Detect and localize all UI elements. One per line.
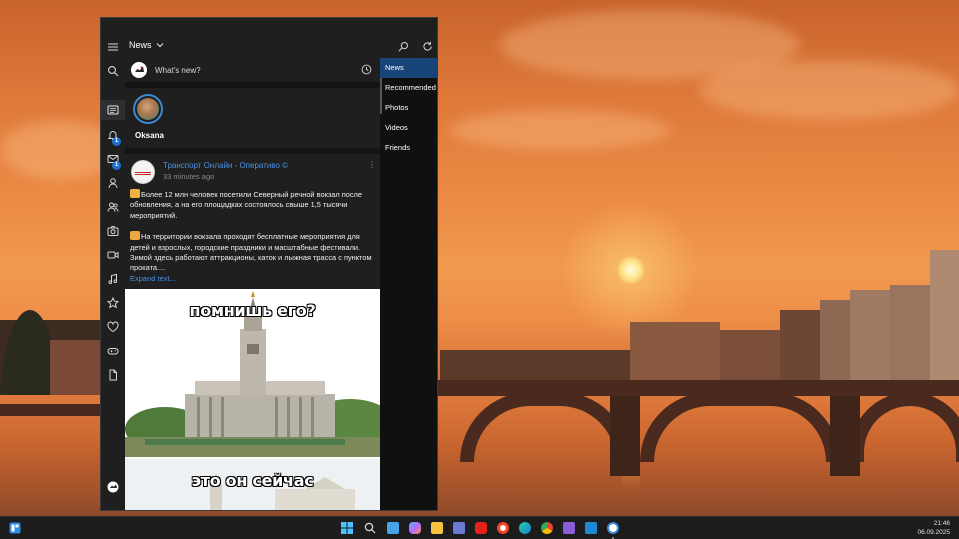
avatar[interactable] — [104, 478, 122, 496]
taskbar-date[interactable]: 06.09.2025 — [916, 529, 950, 536]
friends-icon[interactable] — [104, 198, 122, 216]
nav-item-videos[interactable]: Videos — [380, 118, 437, 138]
meme-panel-then: помнишь его? — [125, 289, 380, 457]
meme-panel-now: это он сейчас — [125, 459, 380, 510]
header-bar: News — [125, 34, 437, 58]
news-feed-icon[interactable] — [101, 100, 125, 120]
copilot-icon[interactable] — [408, 521, 422, 535]
notifications-badge: 1 — [112, 137, 121, 146]
whats-new-composer[interactable]: What's new? — [125, 58, 380, 82]
star-icon[interactable] — [104, 294, 122, 312]
news-feed[interactable]: What's new? Oksana Транспорт Онлайн - Оп… — [125, 58, 380, 510]
feed-filter-nav: News Recommended Photos Videos Friends — [380, 58, 437, 510]
sun — [617, 256, 645, 284]
messages-badge: 1 — [112, 161, 121, 170]
chevron-down-icon — [156, 43, 163, 48]
expand-text-link[interactable]: Expand text... — [130, 274, 176, 283]
drag-handle[interactable] — [101, 18, 437, 34]
stories-bar: Oksana — [125, 88, 380, 148]
widgets-icon[interactable] — [8, 521, 22, 535]
taskbar-time[interactable]: 21:46 — [924, 520, 950, 527]
feed-dropdown-label: News — [129, 40, 152, 50]
whats-new-prompt[interactable]: What's new? — [155, 66, 201, 75]
edge-icon[interactable] — [518, 521, 532, 535]
windows-start-icon[interactable] — [340, 521, 354, 535]
visual-studio-icon[interactable] — [562, 521, 576, 535]
story-name[interactable]: Oksana — [135, 131, 164, 140]
search-icon[interactable] — [104, 62, 122, 80]
clock-icon[interactable] — [361, 64, 372, 75]
vk-client-window: ⤢ ─ ☐ ✕ 1 1 — [100, 17, 438, 511]
save-icon[interactable] — [452, 521, 466, 535]
story-avatar[interactable] — [133, 94, 163, 124]
notepad-icon[interactable] — [386, 521, 400, 535]
nav-item-recommended[interactable]: Recommended — [380, 78, 437, 98]
mail-icon[interactable]: 1 — [104, 150, 122, 170]
search-icon[interactable] — [395, 38, 411, 54]
refresh-icon[interactable] — [419, 38, 435, 54]
post-time: 33 minutes ago — [163, 172, 215, 181]
camera-icon[interactable] — [104, 222, 122, 240]
heart-icon[interactable] — [104, 318, 122, 336]
post-source-name[interactable]: Транспорт Онлайн - Оперативо © — [163, 161, 288, 170]
yandex-icon[interactable] — [496, 521, 510, 535]
search-icon[interactable] — [363, 521, 377, 535]
meme-caption-bottom: это он сейчас — [191, 471, 314, 490]
nav-item-friends[interactable]: Friends — [380, 138, 437, 158]
gamepad-icon[interactable] — [104, 342, 122, 360]
feed-dropdown[interactable]: News — [129, 40, 164, 50]
post-text: Более 12 млн человек посетили Северный р… — [130, 189, 378, 284]
post-paragraph-1: Более 12 млн человек посетили Северный р… — [130, 190, 362, 220]
vk-client-icon[interactable] — [606, 521, 620, 535]
vscode-icon[interactable] — [584, 521, 598, 535]
user-avatar — [131, 62, 147, 78]
document-icon[interactable] — [104, 366, 122, 384]
thumbs-up-emoji-icon — [130, 189, 140, 198]
file-explorer-icon[interactable] — [430, 521, 444, 535]
music-icon[interactable] — [104, 270, 122, 288]
gear-icon[interactable] — [104, 507, 122, 510]
more-options-icon[interactable]: ⋮ — [368, 160, 376, 170]
nav-item-news[interactable]: News — [380, 58, 437, 78]
bell-icon[interactable]: 1 — [104, 126, 122, 146]
sidebar: 1 1 — [101, 34, 125, 510]
menu-icon[interactable] — [104, 38, 122, 56]
post-paragraph-2: На территории вокзала проходят бесплатны… — [130, 232, 372, 273]
taskbar: 21:46 06.09.2025 — [0, 516, 959, 539]
chrome-icon[interactable] — [540, 521, 554, 535]
people-emoji-icon — [130, 231, 140, 241]
post-image[interactable]: помнишь его? это он сейчас — [125, 289, 380, 510]
post-card: Транспорт Онлайн - Оперативо © 33 minute… — [125, 154, 380, 510]
video-icon[interactable] — [104, 246, 122, 264]
youtube-icon[interactable] — [474, 521, 488, 535]
post-source-avatar[interactable] — [131, 160, 155, 184]
nav-item-photos[interactable]: Photos — [380, 98, 437, 118]
profile-icon[interactable] — [104, 174, 122, 192]
meme-caption-top: помнишь его? — [189, 301, 316, 320]
